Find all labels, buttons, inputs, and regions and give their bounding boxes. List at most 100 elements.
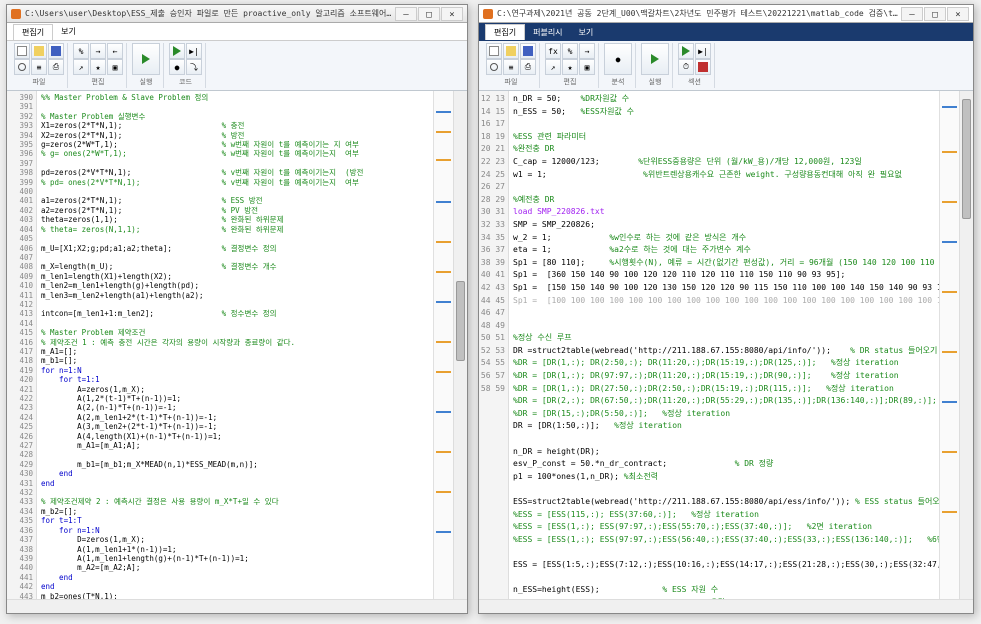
open-file-button[interactable] [31,43,47,59]
minimap-right[interactable] [939,91,959,599]
title-text-right: C:\연구과제\2021년 공동 2단계_U00\맥갈차트\2차년도 민주평가 … [497,8,901,19]
code-editor-right[interactable]: n_DR = 50; %DR자원값 수 n_ESS = 50; %ESS자원값 … [509,91,939,599]
breakpoints-button[interactable]: ● [604,43,632,75]
open-file-icon [34,46,44,56]
open-file-icon [506,46,516,56]
run-icon [142,54,150,64]
new-file-button[interactable] [486,43,502,59]
run-advance-button[interactable]: ▶| [186,43,202,59]
compare-button[interactable]: ≡ [31,59,47,75]
bookmark-button[interactable]: ★ [562,59,578,75]
run-button[interactable] [132,43,160,75]
toolbar-group-edit: % → ← ↗ ★ ▣ 편집 [70,43,127,88]
editor-window-right: C:\연구과제\2021년 공동 2단계_U00\맥갈차트\2차년도 민주평가 … [478,4,974,614]
tab-publish[interactable]: 퍼블리시 [525,25,570,40]
toolbar-right: ≡ ⎙ 파일 fx % → ↗ ★ ▣ 편집 ● 분석 실행 [479,41,973,91]
new-file-icon [17,46,27,56]
window-controls-left: — □ × [395,7,463,21]
vertical-scrollbar-left[interactable] [453,91,467,599]
toolbar-group-section-label: 섹션 [688,77,701,88]
toolbar-left: ≡ ⎙ 파일 % → ← ↗ ★ ▣ 편집 실행 ▶| [7,41,467,91]
run-advance-button[interactable]: ▶| [695,43,711,59]
outdent-button[interactable]: ← [107,43,123,59]
tab-view[interactable]: 보기 [53,24,84,39]
app-icon [11,9,21,19]
titlebar-right[interactable]: C:\연구과제\2021년 공동 2단계_U00\맥갈차트\2차년도 민주평가 … [479,5,973,23]
toolbar-group-file: ≡ ⎙ 파일 [483,43,540,88]
app-icon [483,9,493,19]
indent-button[interactable]: → [90,43,106,59]
titlebar-left[interactable]: C:\Users\user\Desktop\ESS_제출 승인자 파일로 만든 … [7,5,467,23]
fold-button[interactable]: ▣ [579,59,595,75]
toolbar-group-edit-label: 편집 [564,77,577,88]
run-button[interactable] [641,43,669,75]
find-icon [18,63,26,71]
minimize-button[interactable]: — [395,7,417,21]
new-file-button[interactable] [14,43,30,59]
toolbar-group-file-label: 파일 [33,77,46,88]
goto-button[interactable]: ↗ [73,59,89,75]
stop-button[interactable] [695,59,711,75]
tab-editor[interactable]: 편집기 [13,24,53,40]
save-icon [523,46,533,56]
scroll-thumb-left[interactable] [456,281,465,361]
save-icon [51,46,61,56]
toolbar-group-file-label: 파일 [505,77,518,88]
toolbar-group-breakpoints: ● 분석 [601,43,636,88]
insert-button[interactable]: fx [545,43,561,59]
maximize-button[interactable]: □ [418,7,440,21]
breakpoint-button[interactable]: ● [169,59,185,75]
horizontal-scrollbar-left[interactable] [7,599,467,613]
run-section-button[interactable] [678,43,694,59]
close-button[interactable]: × [947,7,969,21]
toolbar-group-run: 실행 [129,43,164,88]
find-button[interactable] [14,59,30,75]
tab-view[interactable]: 보기 [571,25,602,40]
toolbar-group-run-label: 실행 [140,77,153,88]
toolbar-group-analyze-label: 분석 [612,77,625,88]
run-time-button[interactable]: ⏱ [678,59,694,75]
goto-button[interactable]: ↗ [545,59,561,75]
comment-button[interactable]: % [73,43,89,59]
line-gutter-right[interactable]: 12 13 14 15 16 17 18 19 20 21 22 23 24 2… [479,91,509,599]
fold-button[interactable]: ▣ [107,59,123,75]
save-button[interactable] [520,43,536,59]
indent-button[interactable]: → [579,43,595,59]
toolbar-group-edit: fx % → ↗ ★ ▣ 편집 [542,43,599,88]
print-button[interactable]: ⎙ [520,59,536,75]
editor-window-left: C:\Users\user\Desktop\ESS_제출 승인자 파일로 만든 … [6,4,468,614]
line-gutter-left[interactable]: 390 391 392 393 394 395 396 397 398 399 … [7,91,37,599]
run-section-icon [682,46,690,56]
compare-button[interactable]: ≡ [503,59,519,75]
minimap-left[interactable] [433,91,453,599]
tab-editor[interactable]: 편집기 [485,24,525,40]
toolbar-group-run-label: 실행 [649,77,662,88]
toolbar-group-file: ≡ ⎙ 파일 [11,43,68,88]
open-file-button[interactable] [503,43,519,59]
editor-area-left: 390 391 392 393 394 395 396 397 398 399 … [7,91,467,599]
toolbar-group-edit-label: 편집 [92,77,105,88]
close-button[interactable]: × [441,7,463,21]
new-file-icon [489,46,499,56]
horizontal-scrollbar-right[interactable] [479,599,973,613]
minimize-button[interactable]: — [901,7,923,21]
scroll-thumb-right[interactable] [962,99,971,219]
ribbon-tabs-right: 편집기 퍼블리시 보기 [479,23,973,41]
print-button[interactable]: ⎙ [48,59,64,75]
bookmark-button[interactable]: ★ [90,59,106,75]
toolbar-group-section: ▶| ⏱ 섹션 [675,43,715,88]
vertical-scrollbar-right[interactable] [959,91,973,599]
save-button[interactable] [48,43,64,59]
step-button[interactable]: ⤵ [186,59,202,75]
ribbon-tabs-left: 편집기 보기 [7,23,467,41]
section-run-button[interactable] [169,43,185,59]
toolbar-group-code: ▶| ● ⤵ 코드 [166,43,206,88]
title-text-left: C:\Users\user\Desktop\ESS_제출 승인자 파일로 만든 … [25,8,395,19]
window-controls-right: — □ × [901,7,969,21]
code-editor-left[interactable]: %% Master Problem & Slave Problem 정의 % M… [37,91,433,599]
stop-icon [698,62,708,72]
editor-area-right: 12 13 14 15 16 17 18 19 20 21 22 23 24 2… [479,91,973,599]
comment-button[interactable]: % [562,43,578,59]
find-button[interactable] [486,59,502,75]
maximize-button[interactable]: □ [924,7,946,21]
